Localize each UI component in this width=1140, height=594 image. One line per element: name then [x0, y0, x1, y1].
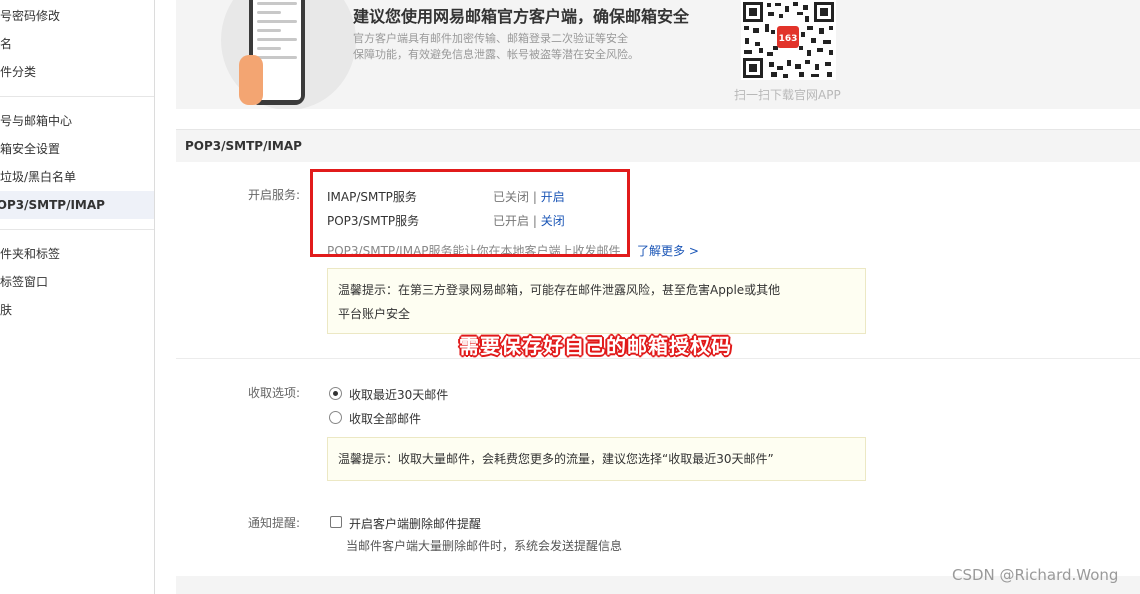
receive-30days-label[interactable]: 收取最近30天邮件 [349, 386, 448, 403]
promo-description: 官方客户端具有邮件加密传输、邮箱登录二次验证等安全 保障功能，有效避免信息泄露、… [353, 32, 639, 61]
sidebar-item-pop3-smtp-imap[interactable]: POP3/SMTP/IMAP [0, 191, 154, 219]
sidebar-item-security[interactable]: 邮箱安全设置 [0, 136, 154, 162]
delete-reminder-description: 当邮件客户端大量删除邮件时，系统会发送提醒信息 [346, 539, 623, 553]
receive-30days-radio[interactable] [329, 387, 342, 400]
sidebar-divider [0, 229, 154, 230]
section-title: POP3/SMTP/IMAP [185, 139, 302, 153]
sidebar-item-mail-category[interactable]: 邮件分类 [0, 59, 154, 85]
app-download-qr-code: 163 [741, 0, 836, 80]
qr-caption: 扫一扫下载官网APP [734, 88, 841, 102]
traffic-tip: 温馨提示：收取大量邮件，会耗费您更多的流量，建议您选择“收取最近30天邮件” [327, 437, 866, 481]
service-label: 开启服务: [247, 188, 300, 202]
sidebar-item-folders-tags[interactable]: 文件夹和标签 [0, 241, 154, 267]
sidebar-item-password[interactable]: 帐号密码修改 [0, 3, 154, 29]
receive-label: 收取选项: [247, 386, 300, 400]
phone-illustration [206, 0, 356, 109]
sidebar-item-skin[interactable]: 换肤 [0, 297, 154, 323]
watermark: CSDN @Richard.Wong [952, 566, 1119, 584]
receive-all-label[interactable]: 收取全部邮件 [349, 410, 421, 427]
sidebar-item-multi-tab[interactable]: 多标签窗口 [0, 269, 154, 295]
sidebar-item-account-center[interactable]: 帐号与邮箱中心 [0, 108, 154, 134]
security-tip: 温馨提示：在第三方登录网易邮箱，可能存在邮件泄露风险，甚至危害Apple或其他 … [327, 268, 866, 334]
delete-reminder-label[interactable]: 开启客户端删除邮件提醒 [349, 515, 481, 532]
receive-all-radio[interactable] [329, 411, 342, 424]
section-header: POP3/SMTP/IMAP [176, 129, 1140, 162]
row-divider [176, 358, 1140, 359]
highlight-box [310, 169, 630, 257]
svg-text:163: 163 [779, 34, 798, 44]
sidebar-divider [0, 96, 154, 97]
learn-more-link[interactable]: 了解更多 > [637, 242, 699, 259]
annotation-text: 需要保存好自己的邮箱授权码 [459, 334, 732, 358]
delete-reminder-checkbox[interactable] [330, 516, 342, 528]
client-promo-banner: 建议您使用网易邮箱官方客户端，确保邮箱安全 官方客户端具有邮件加密传输、邮箱登录… [176, 0, 1140, 109]
notify-label: 通知提醒: [247, 516, 300, 530]
promo-title: 建议您使用网易邮箱官方客户端，确保邮箱安全 [353, 7, 690, 26]
sidebar-item-signature[interactable]: 签名 [0, 31, 154, 57]
sidebar-item-blacklist[interactable]: 反垃圾/黑白名单 [0, 164, 154, 190]
settings-sidebar: 帐号密码修改 签名 邮件分类 帐号与邮箱中心 邮箱安全设置 反垃圾/黑白名单 P… [0, 0, 155, 594]
